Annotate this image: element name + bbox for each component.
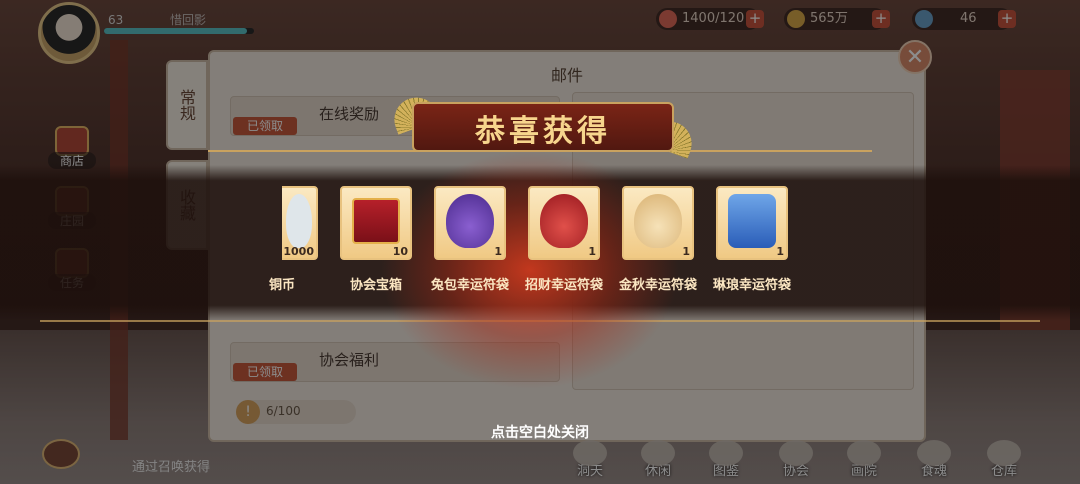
- item-name: 兔包幸运符袋: [430, 278, 509, 293]
- gold-pouch-icon: [634, 194, 682, 248]
- item-count: 1: [588, 245, 596, 258]
- item-count: 1: [776, 245, 784, 258]
- reward-item[interactable]: 1000 铜币: [246, 186, 318, 293]
- treasure-chest-icon: [352, 198, 400, 244]
- item-name: 金秋幸运符袋: [618, 278, 697, 293]
- item-count: 1: [682, 245, 690, 258]
- item-name: 琳琅幸运符袋: [712, 278, 791, 293]
- reward-item[interactable]: 10 协会宝箱: [340, 186, 412, 293]
- reward-item[interactable]: 1 兔包幸运符袋: [431, 186, 509, 293]
- reward-item[interactable]: 1 琳琅幸运符袋: [713, 186, 791, 293]
- coin-pile-icon: [286, 194, 312, 248]
- item-count: 1: [494, 245, 502, 258]
- blue-charm-icon: [728, 194, 776, 248]
- close-hint[interactable]: 点击空白处关闭: [0, 422, 1080, 442]
- item-name: 招财幸运符袋: [524, 278, 603, 293]
- item-count: 10: [392, 245, 408, 258]
- red-pouch-icon: [540, 194, 588, 248]
- reward-item[interactable]: 1 金秋幸运符袋: [619, 186, 697, 293]
- reward-item[interactable]: 1 招财幸运符袋: [525, 186, 603, 293]
- item-count: 1000: [283, 245, 314, 258]
- reward-banner: 恭喜获得: [388, 91, 698, 159]
- reward-title: 恭喜获得: [475, 114, 611, 149]
- purple-pouch-icon: [446, 194, 494, 248]
- item-name: 协会宝箱: [349, 278, 402, 293]
